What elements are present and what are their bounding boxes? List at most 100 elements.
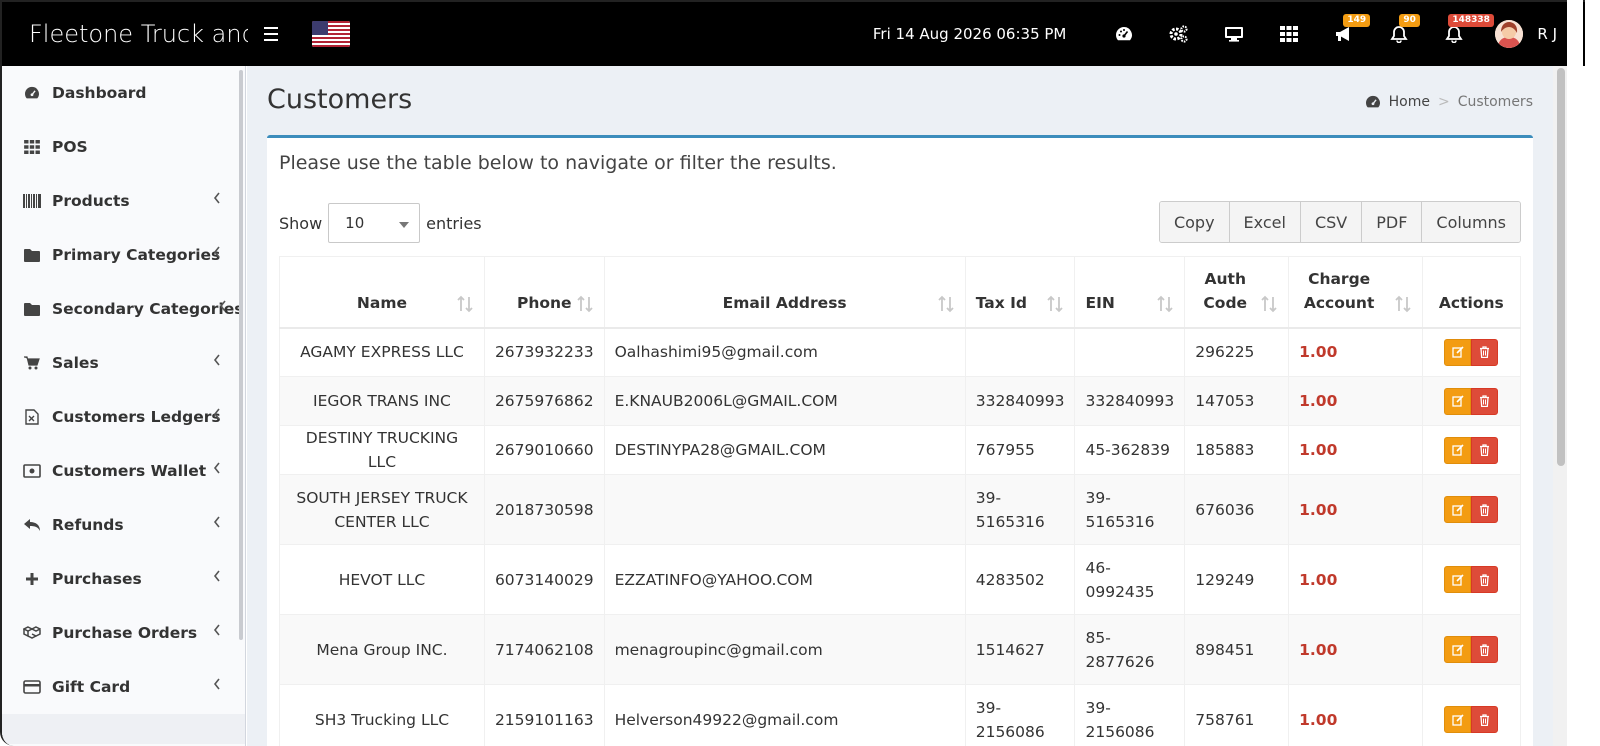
column-header-charge-account[interactable]: Charge Account bbox=[1288, 256, 1423, 329]
sidebar-item-sales[interactable]: Sales bbox=[2, 336, 245, 390]
copy-button[interactable]: Copy bbox=[1159, 202, 1229, 242]
row-actions bbox=[1444, 496, 1499, 523]
reply-icon bbox=[22, 516, 42, 534]
column-header-actions: Actions bbox=[1421, 256, 1522, 329]
cell-charge-account: 1.00 bbox=[1288, 425, 1423, 475]
column-header-email[interactable]: Email Address bbox=[603, 256, 966, 329]
cell-email: E.KNAUB2006L@GMAIL.COM bbox=[603, 376, 966, 426]
edit-button[interactable] bbox=[1444, 566, 1472, 593]
column-header-ein[interactable]: EIN bbox=[1074, 256, 1186, 329]
cell-email: menagroupinc@gmail.com bbox=[603, 614, 966, 685]
csv-button[interactable]: CSV bbox=[1299, 202, 1362, 242]
cell-actions bbox=[1421, 327, 1522, 377]
edit-icon bbox=[1452, 643, 1464, 656]
cell-ein: 85-2877626 bbox=[1074, 614, 1186, 685]
table-row[interactable]: SH3 Trucking LLC 2159101163 Helverson49922… bbox=[279, 684, 1522, 746]
monitor-icon[interactable] bbox=[1206, 2, 1261, 66]
cell-auth-code: 676036 bbox=[1184, 474, 1290, 545]
edit-button[interactable] bbox=[1444, 496, 1472, 523]
sidebar-item-purchases[interactable]: Purchases bbox=[2, 552, 245, 606]
cell-charge-account: 1.00 bbox=[1288, 544, 1423, 615]
dashboard-icon[interactable] bbox=[1096, 2, 1151, 66]
edit-button[interactable] bbox=[1444, 436, 1472, 464]
trash-icon bbox=[1480, 573, 1490, 586]
user-name[interactable]: R J bbox=[1537, 25, 1557, 43]
column-header-auth-code[interactable]: Auth Code bbox=[1184, 256, 1290, 329]
sidebar-item-label: Purchases bbox=[52, 570, 142, 588]
sidebar-item-customers-ledgers[interactable]: Customers Ledgers bbox=[2, 390, 245, 444]
entries-select[interactable]: 10 bbox=[328, 203, 421, 243]
sidebar-item-gift-card[interactable]: Gift Card bbox=[2, 660, 245, 714]
delete-button[interactable] bbox=[1471, 706, 1499, 733]
sidebar-scrollbar[interactable] bbox=[239, 70, 243, 640]
cell-ein: 39-5165316 bbox=[1074, 474, 1186, 545]
sidebar-item-dashboard[interactable]: Dashboard bbox=[2, 66, 245, 120]
cell-ein: 39-2156086 bbox=[1074, 684, 1186, 746]
column-header-phone[interactable]: Phone bbox=[483, 256, 605, 329]
cell-auth-code: 758761 bbox=[1184, 684, 1290, 746]
pdf-button[interactable]: PDF bbox=[1361, 202, 1422, 242]
table-row[interactable]: IEGOR TRANS INC 2675976862 E.KNAUB2006L@GM… bbox=[279, 376, 1522, 426]
edit-button[interactable] bbox=[1444, 706, 1472, 733]
delete-button[interactable] bbox=[1471, 566, 1499, 593]
delete-button[interactable] bbox=[1471, 436, 1499, 464]
cell-tax-id: 1514627 bbox=[964, 614, 1076, 685]
scrollbar-thumb[interactable] bbox=[1557, 68, 1565, 466]
app-title[interactable]: Fleetone Truck and bbox=[2, 2, 248, 66]
column-header-name[interactable]: Name bbox=[279, 256, 485, 329]
table-row[interactable]: Mena Group INC. 7174062108 menagroupinc@gm… bbox=[279, 614, 1522, 685]
hamburger-line bbox=[264, 39, 278, 41]
bell-icon[interactable]: 90 bbox=[1371, 2, 1426, 66]
us-flag-icon[interactable] bbox=[312, 21, 350, 47]
cell-auth-code: 185883 bbox=[1184, 425, 1290, 475]
cell-actions bbox=[1421, 425, 1522, 475]
header-label: Tax Id bbox=[975, 293, 1028, 312]
excel-button[interactable]: Excel bbox=[1228, 202, 1300, 242]
cell-email: EZZATINFO@YAHOO.COM bbox=[603, 544, 966, 615]
header-label: Phone bbox=[516, 293, 572, 312]
apps-grid-icon[interactable] bbox=[1261, 2, 1316, 66]
table-row[interactable]: DESTINY TRUCKING LLC 2679010660 DESTINYPA2… bbox=[279, 425, 1522, 475]
edit-button[interactable] bbox=[1444, 636, 1472, 663]
delete-button[interactable] bbox=[1471, 338, 1499, 366]
sidebar-item-primary-categories[interactable]: Primary Categories bbox=[2, 228, 245, 282]
header-label: Auth Code bbox=[1203, 269, 1248, 312]
bell-alert-icon[interactable]: 148338 bbox=[1426, 2, 1494, 66]
sidebar-item-customers-wallet[interactable]: Customers Wallet bbox=[2, 444, 245, 498]
chevron-left-icon bbox=[219, 300, 226, 312]
edit-icon bbox=[1452, 573, 1464, 586]
caret-down-icon bbox=[399, 222, 410, 228]
sidebar-item-secondary-categories[interactable]: Secondary Categories bbox=[2, 282, 245, 336]
sidebar-item-pos[interactable]: POS bbox=[2, 120, 245, 174]
notification-badge: 149 bbox=[1343, 14, 1371, 27]
table-row[interactable]: SOUTH JERSEY TRUCK CENTER LLC 2018730598 3… bbox=[279, 474, 1522, 545]
sidebar-item-label: Gift Card bbox=[52, 678, 131, 696]
chevron-left-icon bbox=[213, 516, 220, 528]
cell-auth-code: 129249 bbox=[1184, 544, 1290, 615]
user-avatar[interactable] bbox=[1495, 20, 1524, 48]
table-row[interactable]: HEVOT LLC 6073140029 EZZATINFO@YAHOO.COM 42… bbox=[279, 544, 1522, 615]
sort-icon bbox=[1047, 295, 1064, 312]
settings-icon[interactable] bbox=[1151, 2, 1206, 66]
cell-charge-account: 1.00 bbox=[1288, 376, 1423, 426]
customers-box: Please use the table below to navigate o… bbox=[267, 135, 1533, 746]
sidebar-toggle-button[interactable] bbox=[264, 2, 290, 66]
delete-button[interactable] bbox=[1471, 496, 1499, 523]
megaphone-icon[interactable]: 149 bbox=[1316, 2, 1371, 66]
table-row[interactable]: AGAMY EXPRESS LLC 2673932233 Oalhashimi95@… bbox=[279, 327, 1522, 377]
sidebar-item-purchase-orders[interactable]: Purchase Orders bbox=[2, 606, 245, 660]
sidebar-item-refunds[interactable]: Refunds bbox=[2, 498, 245, 552]
column-header-tax-id[interactable]: Tax Id bbox=[964, 256, 1076, 329]
sidebar-item-next[interactable] bbox=[2, 714, 245, 744]
app-window: Fleetone Truck and Fri 14 Aug 2026 06:35… bbox=[0, 0, 1585, 746]
edit-icon bbox=[1452, 346, 1464, 358]
edit-button[interactable] bbox=[1444, 338, 1472, 366]
row-actions bbox=[1444, 436, 1499, 464]
sidebar-item-products[interactable]: Products bbox=[2, 174, 245, 228]
delete-button[interactable] bbox=[1471, 387, 1499, 415]
delete-button[interactable] bbox=[1471, 636, 1499, 663]
breadcrumb-home[interactable]: Home bbox=[1389, 94, 1430, 110]
cell-name: IEGOR TRANS INC bbox=[279, 376, 485, 426]
columns-button[interactable]: Columns bbox=[1421, 202, 1520, 242]
edit-button[interactable] bbox=[1444, 387, 1472, 415]
